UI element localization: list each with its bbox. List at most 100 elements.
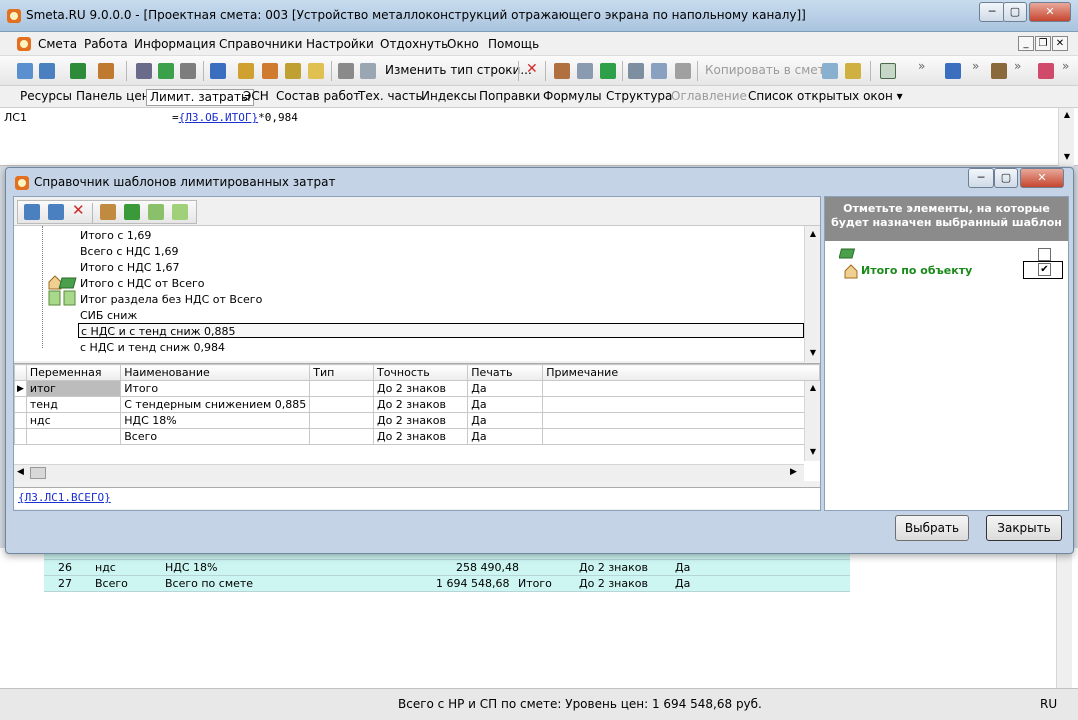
menu-smeta[interactable]: Смета (38, 37, 77, 51)
formula-scrollbar[interactable]: ▲ ▼ (1058, 108, 1074, 166)
col-header-variable[interactable]: Переменная (25, 364, 122, 381)
tab-indeksy[interactable]: Индексы (418, 89, 480, 106)
grid-vscrollbar[interactable]: ▲ ▼ (804, 381, 820, 461)
tab-open-windows-list[interactable]: Список открытых окон ▾ (745, 89, 906, 106)
tab-esn[interactable]: ЭСН (240, 89, 272, 106)
col-header-print[interactable]: Печать (467, 364, 544, 381)
tool-d-icon[interactable] (554, 63, 570, 79)
menu-okno[interactable]: Окно (447, 37, 479, 51)
scroll-right-icon[interactable]: ▶ (790, 467, 797, 477)
cell-note[interactable] (542, 412, 820, 429)
menu-otdokhnut[interactable]: Отдохнуть (380, 37, 448, 51)
tree-scrollbar[interactable]: ▲ ▼ (804, 226, 820, 362)
cell-print[interactable]: Да (467, 396, 544, 413)
tree-item[interactable]: Итого с НДС 1,67 (80, 260, 179, 275)
tab-struktura[interactable]: Структура (603, 89, 675, 106)
tab-sostav-rabot[interactable]: Состав работ (273, 89, 363, 106)
cell-precision[interactable]: До 2 знаков (372, 428, 469, 445)
object-total-item[interactable]: Итого по объекту (861, 264, 972, 277)
tab-limit-zatraty[interactable]: Лимит. затраты (146, 89, 255, 106)
maximize-button[interactable]: ▢ (1003, 2, 1027, 22)
cell-name[interactable]: Итого (120, 380, 311, 397)
grid-row[interactable]: тенд С тендерным снижением 0,885 До 2 зн… (14, 396, 820, 413)
object-total-checkbox[interactable]: ✔ (1038, 263, 1051, 276)
table-row[interactable]: 26 ндс НДС 18% 258 490,48 До 2 знаков Да (44, 560, 850, 576)
cell-name-field[interactable]: ЛС1 (4, 111, 104, 127)
scroll-up-icon[interactable]: ▲ (1062, 110, 1072, 120)
cut-icon[interactable] (628, 63, 644, 79)
formula-field[interactable]: ={ЛЗ.ОБ.ИТОГ}*0,984 (172, 111, 298, 124)
add-template-icon[interactable] (24, 204, 40, 220)
delete-icon[interactable]: ✕ (526, 61, 538, 77)
copy-icon[interactable] (651, 63, 667, 79)
insert-row-icon[interactable] (17, 63, 33, 79)
copy-b-icon[interactable] (822, 63, 838, 79)
cell-type[interactable] (309, 380, 374, 397)
cell-print[interactable]: Да (467, 380, 544, 397)
save-icon[interactable] (136, 63, 152, 79)
toolbar-overflow-4[interactable]: » (1062, 59, 1069, 73)
close-button[interactable]: ✕ (1029, 2, 1071, 22)
eraser-icon[interactable] (1038, 63, 1054, 79)
tree-item[interactable]: с НДС и тенд сниж 0,984 (80, 340, 225, 355)
grid-hscrollbar[interactable]: ◀ ▶ (14, 464, 804, 481)
select-button[interactable]: Выбрать (895, 515, 969, 541)
house-icon[interactable] (100, 204, 116, 220)
grid-row[interactable]: ▶ итог Итого До 2 знаков Да (14, 380, 820, 397)
tree-item[interactable]: Итого с 1,69 (80, 228, 151, 243)
book-icon[interactable] (124, 204, 140, 220)
add-child-template-icon[interactable] (48, 204, 64, 220)
undo-icon[interactable] (180, 63, 196, 79)
scroll-down-icon[interactable]: ▼ (808, 447, 818, 457)
page-icon[interactable] (148, 204, 164, 220)
tree-item-selected[interactable]: с НДС и с тенд сниж 0,885 (78, 323, 804, 338)
indent-icon[interactable] (945, 63, 961, 79)
dialog-maximize-button[interactable]: ▢ (994, 168, 1018, 188)
scroll-down-icon[interactable]: ▼ (808, 348, 818, 358)
comment-icon[interactable] (308, 63, 324, 79)
doc-menu-icon[interactable] (16, 36, 32, 52)
recalc-icon[interactable] (210, 63, 226, 79)
col-header-note[interactable]: Примечание (542, 364, 820, 381)
tree-item[interactable]: Итог раздела без НДС от Всего (80, 292, 262, 307)
tool-a-icon[interactable] (238, 63, 254, 79)
cell-print[interactable]: Да (467, 412, 544, 429)
tab-formuly[interactable]: Формулы (540, 89, 605, 106)
cell-name[interactable]: С тендерным снижением 0,885 (120, 396, 311, 413)
cell-precision[interactable]: До 2 знаков (372, 380, 469, 397)
formula-link[interactable]: {ЛЗ.ОБ.ИТОГ} (179, 111, 258, 124)
tab-panel-tsen[interactable]: Панель цен (73, 89, 153, 106)
copy-to-estimate-button[interactable]: Копировать в смету (705, 63, 832, 77)
grid-row[interactable]: ндс НДС 18% До 2 знаков Да (14, 412, 820, 429)
insert-subrow-icon[interactable] (39, 63, 55, 79)
row-type-icon[interactable] (338, 63, 354, 79)
clipboard-icon[interactable] (845, 63, 861, 79)
cell-type[interactable] (309, 396, 374, 413)
cell-precision[interactable]: До 2 знаков (372, 412, 469, 429)
col-header-type[interactable]: Тип (309, 364, 374, 381)
delete-template-icon[interactable]: ✕ (72, 201, 85, 219)
tree-item[interactable]: СИБ сниж (80, 308, 137, 323)
tool-b-icon[interactable] (262, 63, 278, 79)
change-row-type-button[interactable]: Изменить тип строки... (385, 63, 532, 77)
cell-name[interactable]: Всего (120, 428, 311, 445)
mdi-close-button[interactable]: ✕ (1052, 36, 1068, 51)
cell-note[interactable] (542, 396, 820, 413)
tab-popravki[interactable]: Поправки (476, 89, 543, 106)
cell-variable[interactable]: итог (25, 380, 122, 397)
paste-icon[interactable] (675, 63, 691, 79)
toolbar-overflow-2[interactable]: » (972, 59, 979, 73)
template-formula-field[interactable]: {ЛЗ.ЛС1.ВСЕГО} (14, 487, 820, 509)
col-header-name[interactable]: Наименование (120, 364, 311, 381)
menu-rabota[interactable]: Работа (84, 37, 128, 51)
menu-spravochniki[interactable]: Справочники (219, 37, 302, 51)
tool-e-icon[interactable] (577, 63, 593, 79)
menu-informatsiya[interactable]: Информация (134, 37, 216, 51)
row-type-b-icon[interactable] (360, 63, 376, 79)
grid-row[interactable]: Всего До 2 знаков Да (14, 428, 820, 445)
cell-precision[interactable]: До 2 знаков (372, 396, 469, 413)
mdi-restore-button[interactable]: ❐ (1035, 36, 1051, 51)
refresh-icon[interactable] (158, 63, 174, 79)
cell-name[interactable]: НДС 18% (120, 412, 311, 429)
page-b-icon[interactable] (172, 204, 188, 220)
